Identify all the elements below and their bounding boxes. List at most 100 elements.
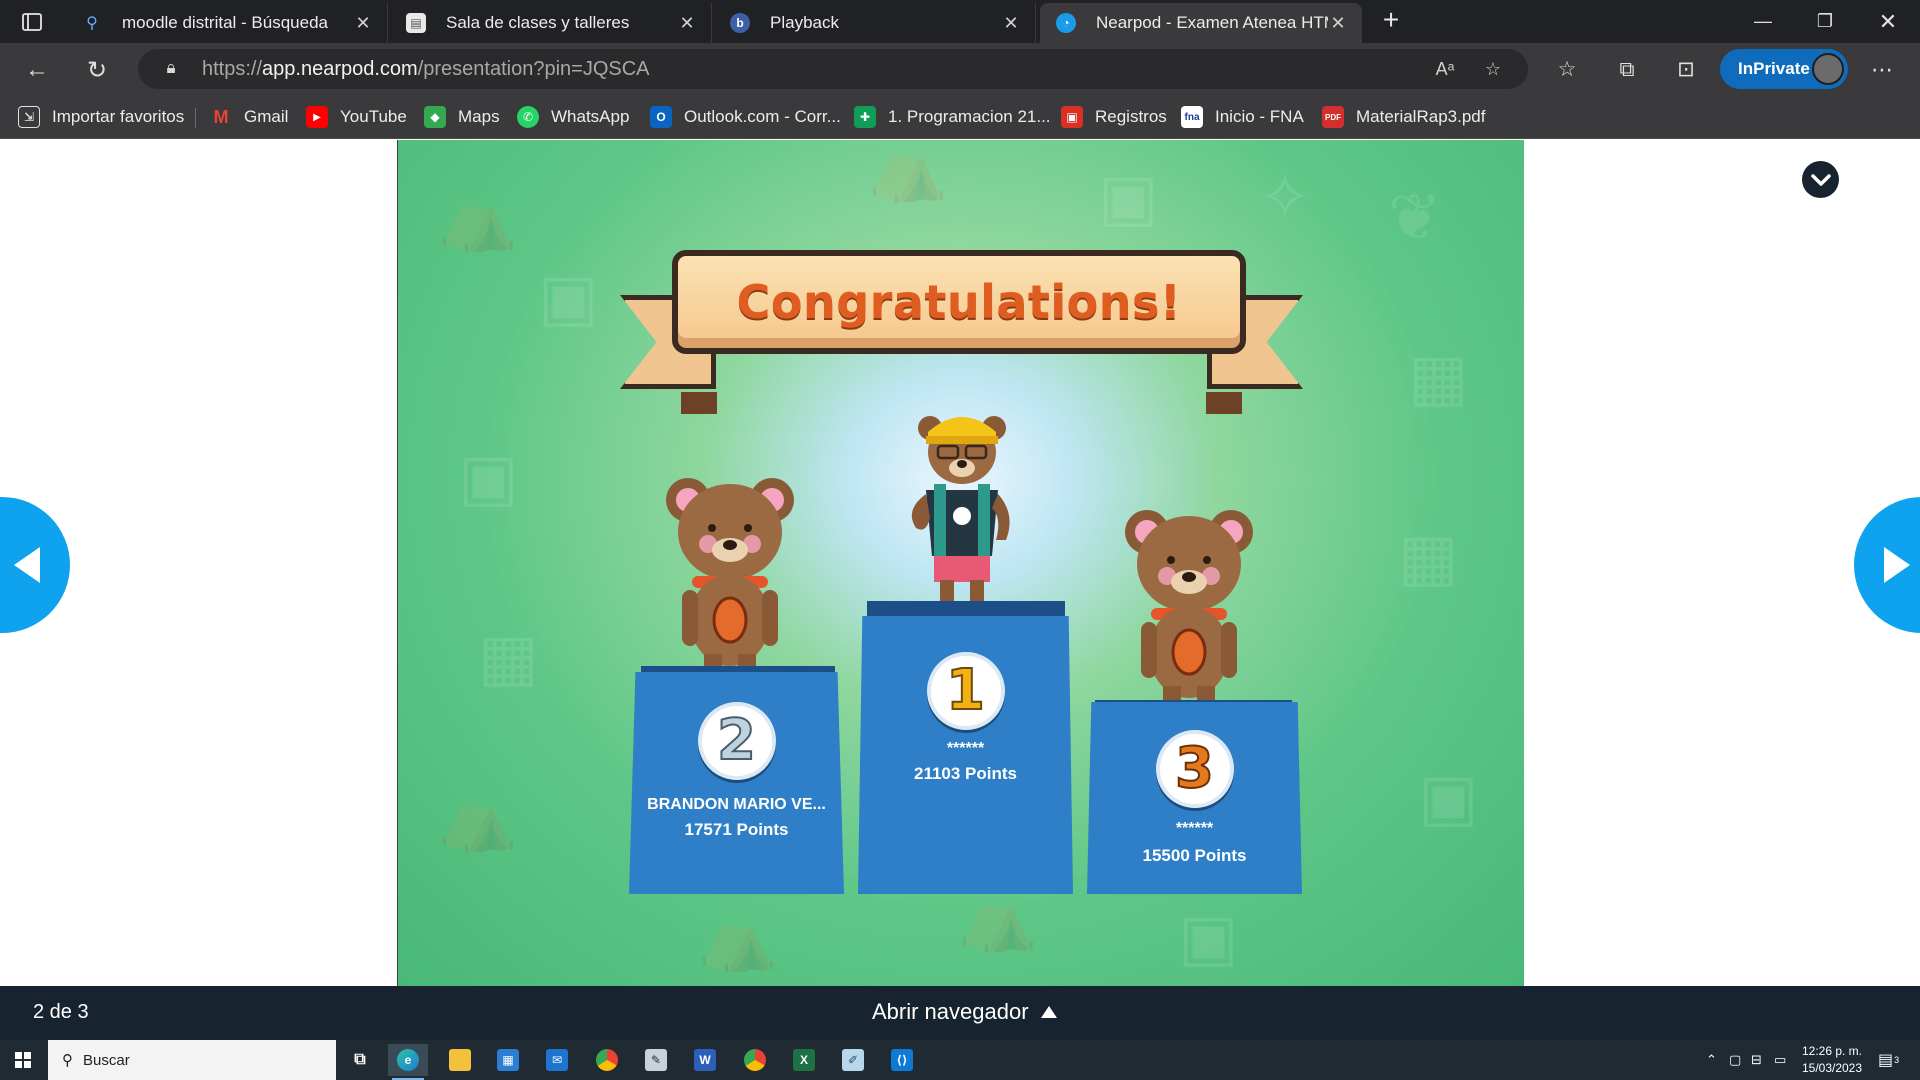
vscode-icon: ⟨⟩ — [891, 1049, 913, 1071]
refresh-icon[interactable]: ↻ — [80, 53, 114, 87]
open-navigator-button[interactable]: Abrir navegador — [872, 999, 1057, 1025]
podium-top-first — [867, 601, 1065, 617]
add-favorite-icon[interactable]: ☆ — [1480, 56, 1506, 82]
inprivate-button[interactable]: InPrivate — [1720, 49, 1848, 89]
network-icon[interactable]: ⊟ — [1751, 1040, 1762, 1080]
collections-icon[interactable]: ⧉ — [1611, 54, 1643, 86]
next-slide-button[interactable] — [1854, 497, 1920, 633]
tab-moodle[interactable]: ⚲ moodle distrital - Búsqueda ✕ — [66, 3, 388, 43]
leaf-pattern-icon: ❦ — [1388, 181, 1442, 253]
taskbar-notes[interactable]: ✐ — [833, 1044, 873, 1076]
banner-fold-left — [681, 392, 717, 414]
collapse-button[interactable] — [1802, 161, 1839, 198]
tab-title: Nearpod - Examen Atenea HTML — [1096, 13, 1328, 32]
close-icon[interactable]: ✕ — [1328, 13, 1348, 34]
taskbar-excel[interactable]: X — [784, 1044, 824, 1076]
favorites-bar: ⇲ Importar favoritos M Gmail ▶ YouTube ◆… — [0, 95, 1920, 139]
chrome-icon — [596, 1049, 618, 1071]
favorite-fna[interactable]: fna Inicio - FNA — [1181, 103, 1304, 131]
taskbar-chrome-profile[interactable] — [587, 1044, 627, 1076]
url-text[interactable]: https://app.nearpod.com/presentation?pin… — [202, 58, 650, 81]
inprivate-label: InPrivate — [1738, 59, 1810, 78]
backpack-pattern-icon: ▣ — [1418, 761, 1479, 833]
lock-icon[interactable]: 🔒︎ — [160, 58, 182, 80]
favorite-whatsapp[interactable]: ✆ WhatsApp — [517, 103, 629, 131]
display-icon[interactable]: ▭ — [1774, 1040, 1786, 1080]
third-place-name: ****** — [1175, 820, 1214, 837]
presentation-footer: 2 de 3 Abrir navegador — [0, 986, 1920, 1040]
restore-icon[interactable]: ❐ — [1795, 0, 1855, 43]
taskbar-chrome[interactable] — [735, 1044, 775, 1076]
favorite-label: Inicio - FNA — [1215, 107, 1304, 126]
tab-sala-clases[interactable]: ▤ Sala de clases y talleres ✕ — [390, 3, 712, 43]
notification-button[interactable]: ▤ 3 — [1878, 1040, 1899, 1080]
tab-title: Sala de clases y talleres — [446, 13, 630, 32]
taskbar-edge[interactable]: e — [388, 1044, 428, 1080]
windows-logo-icon — [15, 1052, 31, 1068]
favorite-label: Gmail — [244, 107, 289, 126]
favorite-importar[interactable]: ⇲ Importar favoritos — [18, 103, 184, 131]
podium-third-place: 3 ****** 15500 Points — [1087, 702, 1302, 894]
taskbar-word[interactable]: W — [685, 1044, 725, 1076]
slide-counter: 2 de 3 — [33, 1001, 89, 1023]
background-pattern-icon: ⛺ — [438, 181, 518, 253]
favorite-registros[interactable]: ▣ Registros — [1061, 103, 1167, 131]
paint-icon: ✎ — [645, 1049, 667, 1071]
avatar — [1812, 53, 1844, 85]
favorite-youtube[interactable]: ▶ YouTube — [306, 103, 407, 131]
close-icon[interactable]: ✕ — [353, 13, 373, 34]
chevron-down-icon — [1810, 173, 1831, 186]
favorite-label: Importar favoritos — [52, 107, 185, 126]
tab-nearpod[interactable]: ◔ Nearpod - Examen Atenea HTML ✕ — [1040, 3, 1362, 43]
meet-now-icon[interactable]: ▢ — [1729, 1040, 1741, 1080]
taskbar-file-explorer[interactable] — [440, 1044, 480, 1076]
close-window-icon[interactable]: ✕ — [1858, 0, 1918, 43]
sheets-icon: ✚ — [854, 106, 876, 128]
address-bar[interactable]: 🔒︎ https://app.nearpod.com/presentation?… — [138, 49, 1528, 89]
close-icon[interactable]: ✕ — [677, 13, 697, 34]
tab-actions-icon[interactable] — [14, 8, 50, 36]
nearpod-icon: ◔ — [1056, 13, 1076, 33]
map-pattern-icon: ▦ — [1398, 521, 1459, 593]
favorites-icon[interactable]: ☆ — [1551, 54, 1583, 86]
ie-mode-icon[interactable]: ⊡ — [1670, 54, 1702, 86]
taskbar-paint[interactable]: ✎ — [636, 1044, 676, 1076]
banner-fold-right — [1206, 392, 1242, 414]
taskbar-search-box[interactable]: ⚲ Buscar — [48, 1040, 336, 1080]
favorite-outlook[interactable]: O Outlook.com - Corr... — [650, 103, 841, 131]
read-aloud-icon[interactable]: Aᵃ — [1432, 56, 1458, 82]
notification-count: 3 — [1894, 1055, 1900, 1065]
start-button[interactable] — [0, 1040, 46, 1080]
maps-icon: ◆ — [424, 106, 446, 128]
task-view-button[interactable]: ⧉ — [340, 1044, 380, 1076]
second-place-name: BRANDON MARIO VE... — [647, 796, 826, 813]
first-place-name: ****** — [946, 740, 985, 757]
taskbar-store[interactable]: ▦ — [488, 1044, 528, 1076]
tray-chevron-icon[interactable]: ⌃ — [1706, 1040, 1717, 1080]
favorite-programacion[interactable]: ✚ 1. Programacion 21... — [854, 103, 1051, 131]
tab-playback[interactable]: b Playback ✕ — [714, 3, 1036, 43]
taskbar-vscode[interactable]: ⟨⟩ — [882, 1044, 922, 1076]
back-icon[interactable]: ← — [20, 53, 54, 87]
outlook-icon: O — [650, 106, 672, 128]
store-icon: ▦ — [497, 1049, 519, 1071]
favorite-maps[interactable]: ◆ Maps — [424, 103, 500, 131]
favorite-label: MaterialRap3.pdf — [1356, 107, 1486, 126]
chrome-icon — [744, 1049, 766, 1071]
backpack-pattern-icon: ▣ — [1178, 901, 1239, 973]
tab-title: Playback — [770, 13, 839, 32]
tab-title: moodle distrital - Búsqueda — [122, 13, 329, 32]
taskbar-clock[interactable]: 12:26 p. m. 15/03/2023 — [1796, 1043, 1868, 1077]
favorite-materialrap3[interactable]: PDF MaterialRap3.pdf — [1322, 103, 1485, 131]
minimize-icon[interactable]: — — [1733, 0, 1793, 43]
second-place-points: 17571 Points — [684, 820, 789, 839]
taskbar-mail[interactable]: ✉ — [537, 1044, 577, 1076]
open-navigator-label: Abrir navegador — [872, 999, 1029, 1024]
new-tab-icon[interactable]: + — [1376, 6, 1406, 36]
more-menu-icon[interactable]: ⋯ — [1866, 54, 1898, 86]
favorite-gmail[interactable]: M Gmail — [210, 103, 289, 131]
youtube-icon: ▶ — [306, 106, 328, 128]
previous-slide-button[interactable] — [0, 497, 70, 633]
close-icon[interactable]: ✕ — [1001, 13, 1021, 34]
third-place-bear — [1125, 510, 1253, 714]
